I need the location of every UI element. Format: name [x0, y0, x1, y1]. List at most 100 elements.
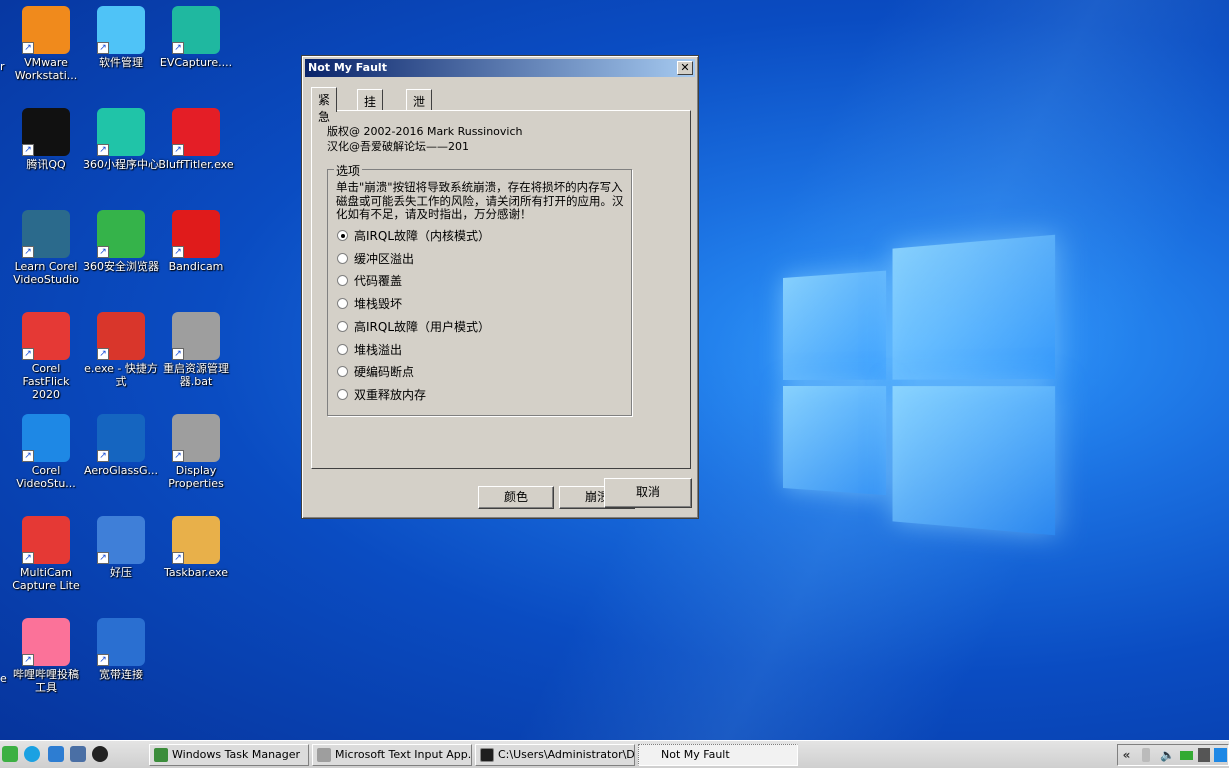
- bandicam-icon: ↗: [172, 210, 220, 258]
- taskbar-button-cmd[interactable]: C:\Users\Administrator\D...: [475, 744, 635, 766]
- radio-label: 堆栈溢出: [354, 343, 402, 357]
- 360-browser-icon: ↗: [97, 210, 145, 258]
- desktop-icon-item[interactable]: ↗ Taskbar.exe: [158, 516, 234, 579]
- desktop-icon[interactable]: [48, 746, 64, 762]
- translation-credit-line: 汉化@吾爱破解论坛——201: [327, 139, 523, 154]
- desktop-icon-label: 重启资源管理器.bat: [158, 362, 234, 388]
- show-desktop-icon[interactable]: [2, 746, 18, 762]
- options-group: 选项 单击"崩溃"按钮将导致系统崩溃，存在将损坏的内存写入磁盘或可能丢失工作的风…: [327, 169, 632, 416]
- bilibili-icon: ↗: [22, 618, 70, 666]
- shortcut-arrow-icon: ↗: [22, 42, 34, 54]
- desktop-icon-item[interactable]: ↗ 好压: [83, 516, 159, 579]
- crash-type-radio[interactable]: 缓冲区溢出: [337, 250, 414, 266]
- desktop-icon-label: 宽带连接: [83, 668, 159, 681]
- radio-label: 高IRQL故障（用户模式）: [354, 320, 490, 334]
- crash-type-radio[interactable]: 堆栈溢出: [337, 341, 402, 357]
- windows-logo-wallpaper: [783, 235, 1055, 536]
- tab-hang[interactable]: 挂起: [357, 89, 383, 111]
- shortcut-arrow-icon: ↗: [97, 348, 109, 360]
- radio-circle-icon[interactable]: [337, 230, 348, 241]
- taskbar-button-label: Windows Task Manager: [172, 748, 300, 761]
- desktop-icon-item[interactable]: ↗ Corel FastFlick 2020: [8, 312, 84, 401]
- color-button[interactable]: 颜色: [478, 486, 554, 509]
- shortcut-arrow-icon: ↗: [97, 552, 109, 564]
- security-icon[interactable]: [1214, 748, 1227, 762]
- desktop-icon-item[interactable]: ↗ AeroGlassG...: [83, 414, 159, 477]
- radio-circle-icon[interactable]: [337, 275, 348, 286]
- crash-type-radio[interactable]: 硬编码断点: [337, 363, 414, 379]
- desktop-icon-item[interactable]: ↗ EVCapture....: [158, 6, 234, 69]
- taskbar-button-not-my-fault[interactable]: Not My Fault: [638, 744, 798, 766]
- desktop-icon-label: Learn Corel VideoStudio: [8, 260, 84, 286]
- qq-icon[interactable]: [92, 746, 108, 762]
- desktop-icon-item[interactable]: ↗ 腾讯QQ: [8, 108, 84, 171]
- clipped-icon-label: r: [0, 60, 8, 73]
- desktop-icon-item[interactable]: ↗ BluffTitler.exe: [158, 108, 234, 171]
- dialog-titlebar[interactable]: Not My Fault ✕: [305, 59, 695, 77]
- radio-circle-icon[interactable]: [337, 389, 348, 400]
- radio-circle-icon[interactable]: [337, 344, 348, 355]
- desktop-icon-item[interactable]: ↗ Display Properties: [158, 414, 234, 490]
- desktop-icon-item[interactable]: ↗ 360小程序中心: [83, 108, 159, 171]
- desktop-icon-item[interactable]: ↗ MultiCam Capture Lite: [8, 516, 84, 592]
- crash-type-radio[interactable]: 双重释放内存: [337, 386, 426, 402]
- desktop-icon-label: Bandicam: [158, 260, 234, 273]
- not-my-fault-dialog: Not My Fault ✕ 紧急 挂起 泄露 版权@ 2002-2016 Ma…: [301, 55, 699, 519]
- edge-icon[interactable]: [24, 746, 40, 762]
- desktop-icon-item[interactable]: ↗ Corel VideoStu...: [8, 414, 84, 490]
- desktop-icon-item[interactable]: ↗ 软件管理: [83, 6, 159, 69]
- shortcut-arrow-icon: ↗: [22, 144, 34, 156]
- desktop-icon-item[interactable]: ↗ 360安全浏览器: [83, 210, 159, 273]
- logo-pane: [783, 271, 886, 380]
- radio-circle-icon[interactable]: [337, 298, 348, 309]
- network-icon[interactable]: [1198, 748, 1210, 762]
- battery-icon[interactable]: [1180, 751, 1193, 760]
- radio-circle-icon[interactable]: [337, 253, 348, 264]
- fastflick-icon: ↗: [22, 312, 70, 360]
- multicam-icon: ↗: [22, 516, 70, 564]
- display-gear-icon: ↗: [172, 414, 220, 462]
- desktop-icon-label: 腾讯QQ: [8, 158, 84, 171]
- cancel-button[interactable]: 取消: [604, 478, 692, 508]
- desktop-icon-item[interactable]: ↗ Bandicam: [158, 210, 234, 273]
- tab-leak[interactable]: 泄露: [406, 89, 432, 111]
- shortcut-arrow-icon: ↗: [22, 450, 34, 462]
- broadband-icon: ↗: [97, 618, 145, 666]
- desktop-icon-item[interactable]: ↗ e.exe - 快捷方式: [83, 312, 159, 388]
- taskbar-button-task-manager[interactable]: Windows Task Manager: [149, 744, 309, 766]
- shortcut-arrow-icon: ↗: [172, 246, 184, 258]
- desktop-icon-item[interactable]: ↗ Learn Corel VideoStudio: [8, 210, 84, 286]
- taskbar-button-text-input[interactable]: Microsoft Text Input App...: [312, 744, 472, 766]
- desktop-icon-label: Display Properties: [158, 464, 234, 490]
- shortcut-arrow-icon: ↗: [172, 42, 184, 54]
- desktop-icon-label: 360小程序中心: [83, 158, 159, 171]
- radio-circle-icon[interactable]: [337, 321, 348, 332]
- desktop-icon-item[interactable]: ↗ VMware Workstati...: [8, 6, 84, 82]
- crash-type-radio[interactable]: 代码覆盖: [337, 272, 402, 288]
- tab-emergency[interactable]: 紧急: [311, 87, 337, 112]
- chevron-left-icon[interactable]: «: [1120, 748, 1133, 762]
- shortcut-arrow-icon: ↗: [22, 246, 34, 258]
- crash-type-radio[interactable]: 高IRQL故障（用户模式）: [337, 318, 490, 334]
- explorer-icon[interactable]: [70, 746, 86, 762]
- shortcut-arrow-icon: ↗: [172, 450, 184, 462]
- radio-label: 代码覆盖: [354, 274, 402, 288]
- desktop-icon-label: BluffTitler.exe: [158, 158, 234, 171]
- desktop-icon-item[interactable]: ↗ 宽带连接: [83, 618, 159, 681]
- volume-icon[interactable]: 🔈: [1160, 748, 1173, 762]
- radio-label: 硬编码断点: [354, 365, 414, 379]
- desktop-icon-item[interactable]: ↗ 哔哩哔哩投稿工具: [8, 618, 84, 694]
- crash-type-radio[interactable]: 高IRQL故障（内核模式）: [337, 227, 490, 243]
- crash-type-radio[interactable]: 堆栈毁坏: [337, 295, 402, 311]
- qq-penguin-icon: ↗: [22, 108, 70, 156]
- shortcut-arrow-icon: ↗: [97, 654, 109, 666]
- shortcut-arrow-icon: ↗: [97, 246, 109, 258]
- close-button[interactable]: ✕: [677, 61, 693, 75]
- usb-icon[interactable]: [1142, 748, 1150, 762]
- desktop-icon-label: Taskbar.exe: [158, 566, 234, 579]
- radio-label: 堆栈毁坏: [354, 297, 402, 311]
- desktop-icon-item[interactable]: ↗ 重启资源管理器.bat: [158, 312, 234, 388]
- desktop-icon-label: e.exe - 快捷方式: [83, 362, 159, 388]
- bat-gear-icon: ↗: [172, 312, 220, 360]
- radio-circle-icon[interactable]: [337, 366, 348, 377]
